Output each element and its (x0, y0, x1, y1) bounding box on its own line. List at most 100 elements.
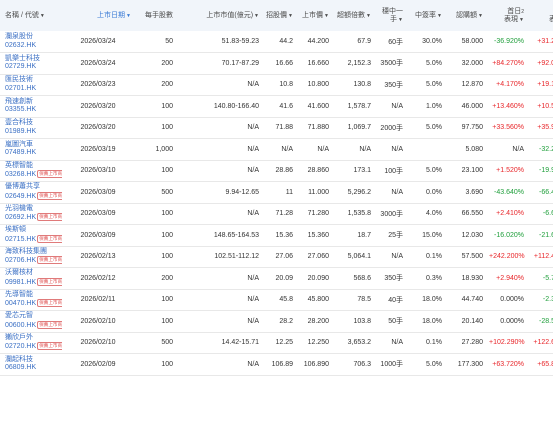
table-row[interactable]: 沃爾核材 09981.HK 保薦上市商 2026/02/12 200 N/A 20.09 20… (0, 268, 553, 290)
header-listprice[interactable]: 上市價▼ (296, 0, 332, 31)
subscription-amount: 18.930 (461, 274, 483, 282)
table-row[interactable]: 凱樂士科技 02729.HK 2026/03/24 200 70.17-87.29 16.… (0, 53, 553, 75)
header-date[interactable]: 上市日期▼ (62, 0, 134, 31)
stock-name-cell[interactable]: 壹合科技 01989.HK (0, 117, 62, 139)
table-row[interactable]: 匯民技術 02701.HK 2026/03/23 200 N/A 10.8 10.800 13… (0, 74, 553, 96)
stock-name-cell[interactable]: 埃斯頓 02715.HK 保薦上市商 (0, 225, 62, 247)
table-row[interactable]: 先導智能 00470.HK 保薦上市商 2026/02/11 100 N/A 45.8 45.… (0, 289, 553, 311)
table-row[interactable]: 飛速創新 03355.HK 2026/03/20 100 140.80-166.40 41… (0, 96, 553, 118)
header-range[interactable]: 上市市值(億元)▼ (176, 0, 262, 31)
listing-price: 16.660 (307, 59, 329, 67)
one-lot-guarantee: 3000手 (380, 210, 403, 218)
stock-name[interactable]: 海致科技集團 (5, 248, 59, 257)
stock-name-cell[interactable]: 飛速創新 03355.HK (0, 96, 62, 118)
header-firstday[interactable]: 首日2 表現▼ (486, 0, 527, 31)
stock-name[interactable]: 埃斯頓 (5, 226, 59, 235)
stock-name[interactable]: 英標智能 (5, 162, 59, 171)
header-cumul[interactable]: 累積表現▼ (527, 0, 553, 31)
one-lot-guarantee: 50手 (388, 318, 403, 326)
stock-name[interactable]: 凱樂士科技 (5, 55, 59, 64)
table-row[interactable]: 海致科技集團 02706.HK 保薦上市商 2026/02/13 100 102.51-1… (0, 246, 553, 268)
stock-name-cell[interactable]: 嵐圖汽車 07489.HK (0, 139, 62, 161)
stock-name-cell[interactable]: 瀾泉股份 02632.HK (0, 31, 62, 53)
stock-name-cell[interactable]: 凱樂士科技 02729.HK (0, 53, 62, 75)
stock-name-cell[interactable]: 獺欣戶外 02720.HK 保薦上市商 (0, 332, 62, 354)
stock-code[interactable]: 00470.HK (5, 300, 36, 307)
stock-name[interactable]: 匯民技術 (5, 76, 59, 85)
stock-code[interactable]: 00600.HK (5, 322, 36, 329)
header-offer[interactable]: 招股價▼ (262, 0, 296, 31)
stock-name-cell[interactable]: 愛芯元智 00600.HK 保薦上市商 (0, 311, 62, 333)
table-row[interactable]: 愛芯元智 00600.HK 保薦上市商 2026/02/10 100 N/A 28.2 28.… (0, 311, 553, 333)
stock-name-cell[interactable]: 瀾起科技 06809.HK (0, 354, 62, 376)
stock-code[interactable]: 02632.HK (5, 42, 36, 49)
stock-code[interactable]: 02715.HK (5, 236, 36, 243)
cumulative-performance: -21.680% (539, 231, 553, 239)
lot-size: 100 (161, 210, 173, 218)
header-oversub[interactable]: 超額倍數▼ (332, 0, 374, 31)
stock-name[interactable]: 光羽機電 (5, 205, 59, 214)
stock-code[interactable]: 02649.HK (5, 193, 36, 200)
table-row[interactable]: 光羽機電 02692.HK 保薦上市商 2026/03/09 100 N/A 71.28 71… (0, 203, 553, 225)
lot-size: 100 (161, 167, 173, 175)
subscription-amount: 12.870 (461, 81, 483, 89)
listing-date: 2026/03/09 (80, 231, 116, 239)
listing-date: 2026/02/10 (80, 339, 116, 347)
listing-price: 15.360 (307, 231, 329, 239)
stock-name[interactable]: 獺欣戶外 (5, 334, 59, 343)
stock-code[interactable]: 06809.HK (5, 364, 36, 371)
offer-price: N/A (281, 145, 293, 153)
header-rate[interactable]: 中簽率▼ (406, 0, 445, 31)
stock-name[interactable]: 瀾泉股份 (5, 33, 59, 42)
listing-date: 2026/03/24 (80, 59, 116, 67)
table-row[interactable]: 瀾泉股份 02632.HK 2026/03/24 50 51.83-59.23 44.2 4… (0, 31, 553, 53)
oversubscription: 5,064.1 (347, 253, 371, 261)
stock-name[interactable]: 優博蕭共享 (5, 183, 59, 192)
stock-code[interactable]: 07489.HK (5, 149, 36, 156)
stock-name-cell[interactable]: 光羽機電 02692.HK 保薦上市商 (0, 203, 62, 225)
stock-code[interactable]: 02706.HK (5, 257, 36, 264)
stock-name-cell[interactable]: 海致科技集團 02706.HK 保薦上市商 (0, 246, 62, 268)
offer-price: 71.28 (275, 210, 293, 218)
stock-code[interactable]: 03268.HK (5, 171, 36, 178)
header-amount[interactable]: 認購額▼ (445, 0, 486, 31)
stock-name[interactable]: 瀾起科技 (5, 356, 59, 365)
subscription-amount: 97.750 (461, 124, 483, 132)
table-row[interactable]: 瀾起科技 06809.HK 2026/02/09 100 N/A 106.89 106.89… (0, 354, 553, 376)
allotment-rate: 18.0% (422, 296, 442, 304)
stock-code[interactable]: 01989.HK (5, 128, 36, 135)
stock-name[interactable]: 飛速創新 (5, 98, 59, 107)
header-lot[interactable]: 每手股數 (134, 0, 176, 31)
stock-code[interactable]: 02701.HK (5, 85, 36, 92)
one-lot-guarantee: 40手 (388, 296, 403, 304)
table-row[interactable]: 嵐圖汽車 07489.HK 2026/03/19 1,000 N/A N/A N/A N/A N… (0, 139, 553, 161)
oversubscription: 2,152.3 (347, 59, 371, 67)
table-row[interactable]: 優博蕭共享 02649.HK 保薦上市商 2026/03/09 500 9.94-12.6… (0, 182, 553, 204)
stock-name[interactable]: 愛芯元智 (5, 312, 59, 321)
stock-name-cell[interactable]: 英標智能 03268.HK 保薦上市商 (0, 160, 62, 182)
stock-name-cell[interactable]: 沃爾核材 09981.HK 保薦上市商 (0, 268, 62, 290)
header-name[interactable]: 名稱 / 代號▼ (0, 0, 62, 31)
stock-name[interactable]: 先導智能 (5, 291, 59, 300)
sponsor-badge: 保薦上市商 (37, 234, 62, 243)
allotment-rate: 15.0% (422, 231, 442, 239)
stock-code[interactable]: 02720.HK (5, 343, 36, 350)
table-row[interactable]: 獺欣戶外 02720.HK 保薦上市商 2026/02/10 500 14.42-15.7… (0, 332, 553, 354)
stock-name-cell[interactable]: 優博蕭共享 02649.HK 保薦上市商 (0, 182, 62, 204)
stock-code[interactable]: 02692.HK (5, 214, 36, 221)
stock-name[interactable]: 壹合科技 (5, 119, 59, 128)
oversubscription: 3,653.2 (347, 339, 371, 347)
offer-price: 11 (285, 188, 293, 196)
sort-arrow-icon: ▼ (39, 12, 45, 19)
table-row[interactable]: 埃斯頓 02715.HK 保薦上市商 2026/03/09 100 148.65-164.… (0, 225, 553, 247)
stock-name[interactable]: 嵐圖汽車 (5, 141, 59, 150)
table-row[interactable]: 英標智能 03268.HK 保薦上市商 2026/03/10 100 N/A 28.86 28… (0, 160, 553, 182)
stock-name-cell[interactable]: 匯民技術 02701.HK (0, 74, 62, 96)
stock-name[interactable]: 沃爾核材 (5, 269, 59, 278)
stock-name-cell[interactable]: 先導智能 00470.HK 保薦上市商 (0, 289, 62, 311)
stock-code[interactable]: 09981.HK (5, 279, 36, 286)
header-onelot[interactable]: 穩中一手▼ (374, 0, 406, 31)
table-row[interactable]: 壹合科技 01989.HK 2026/03/20 100 N/A 71.88 71.880 1… (0, 117, 553, 139)
stock-code[interactable]: 02729.HK (5, 63, 36, 70)
stock-code[interactable]: 03355.HK (5, 106, 36, 113)
